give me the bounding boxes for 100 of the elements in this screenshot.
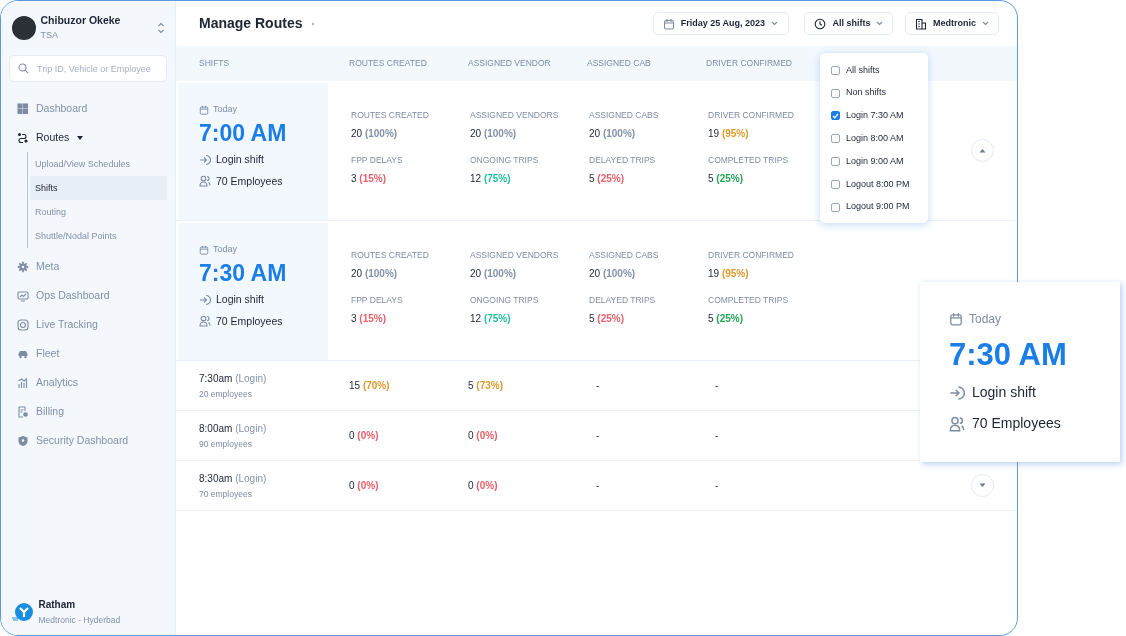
stat-percentage: (15%) <box>359 172 387 184</box>
stat-percentage: (95%) <box>721 267 749 279</box>
stat-percentage: (0%) <box>476 480 498 491</box>
people-icon <box>949 415 965 432</box>
stat-value: 5 <box>708 172 714 184</box>
stat-value: 3 <box>351 312 357 324</box>
stat-value: - <box>596 480 600 491</box>
stat-label: ASSIGNED VENDORS <box>470 249 560 262</box>
document-icon <box>17 405 29 418</box>
filter-dropdown[interactable]: All shifts <box>804 12 894 35</box>
login-icon <box>199 153 211 166</box>
caret-down-icon <box>76 134 85 141</box>
dropdown-option[interactable]: Non shifts <box>831 81 928 105</box>
stat-label: ASSIGNED CABS <box>589 109 660 122</box>
shift-type: Login shift <box>199 291 328 308</box>
checkbox[interactable] <box>831 111 840 121</box>
shift-day: Today <box>199 243 328 257</box>
stat-value: 19 <box>708 267 720 279</box>
caret-up-icon <box>979 148 986 153</box>
stat-value: 19 <box>708 127 720 139</box>
nav-item[interactable]: Routes <box>9 123 167 153</box>
shift-time: 7:30am (Login) <box>199 371 268 386</box>
nav-subitem[interactable]: Shifts <box>30 176 167 201</box>
grid-icon <box>17 102 29 115</box>
stat-label: FPP DELAYS <box>351 293 404 307</box>
calendar-icon <box>199 244 209 255</box>
checkbox[interactable] <box>831 88 840 98</box>
stat-percentage: (15%) <box>359 312 387 324</box>
stat-label: DRIVER CONFIRMED <box>708 249 795 262</box>
login-icon <box>199 293 211 306</box>
employee-count: 90 employees <box>199 437 253 451</box>
chevron-down-icon <box>770 21 778 26</box>
user-role: TSA <box>40 28 59 42</box>
stat-value: 20 <box>351 267 363 279</box>
user-name: Chibuzor Okeke <box>40 13 122 28</box>
calendar-icon <box>199 104 209 115</box>
shift-time: 8:30am (Login) <box>199 471 268 486</box>
dropdown-option[interactable]: Login 7:30 AM <box>831 104 928 128</box>
stat-percentage: (0%) <box>476 430 498 441</box>
shift-time: 7:30 AM <box>949 338 1068 373</box>
stat-label: FPP DELAYS <box>351 153 404 167</box>
employee-count: 70 Employees <box>949 413 1120 435</box>
collapse-button[interactable] <box>971 139 994 162</box>
stat-percentage: (0%) <box>357 480 379 491</box>
stat-label: DELAYED TRIPS <box>589 293 657 307</box>
stat-value: 0 <box>349 480 355 491</box>
checkbox[interactable] <box>831 65 840 75</box>
dropdown-option[interactable]: Logout 8:00 PM <box>831 173 928 196</box>
stat-value: 12 <box>470 172 482 184</box>
stat-value: 20 <box>589 267 601 279</box>
employee-count: 20 employees <box>199 387 253 401</box>
stat-value: - <box>715 430 719 441</box>
gear-icon <box>17 260 29 273</box>
expand-icon <box>156 21 165 34</box>
employee-count: 70 Employees <box>199 313 328 330</box>
login-icon <box>949 384 965 401</box>
checkbox[interactable] <box>831 179 840 189</box>
stat-label: ONGOING TRIPS <box>470 293 540 307</box>
stat-value: 20 <box>470 267 482 279</box>
stat-value: 20 <box>589 127 601 139</box>
stat-value: 0 <box>349 430 355 441</box>
search-field[interactable]: Trip ID, Vehicle or Employee <box>9 55 167 83</box>
dropdown-option[interactable]: All shifts <box>831 59 928 82</box>
shift-day: Today <box>199 103 328 117</box>
building-icon <box>915 17 927 30</box>
stat-label: ROUTES CREATED <box>351 249 430 262</box>
stat-label: ASSIGNED CABS <box>589 249 660 262</box>
chevron-down-icon <box>982 21 989 26</box>
dropdown-option[interactable]: Login 8:00 AM <box>831 127 928 151</box>
filter-dropdown[interactable]: Friday 25 Aug, 2023 <box>652 12 789 35</box>
stat-label: DRIVER CONFIRMED <box>708 109 795 122</box>
stat-percentage: (100%) <box>364 267 398 279</box>
checkbox[interactable] <box>831 134 840 144</box>
stat-percentage: (75%) <box>483 312 511 324</box>
stat-percentage: (25%) <box>716 312 744 324</box>
stat-value: 0 <box>468 430 474 441</box>
filter-dropdown[interactable]: Medtronic <box>905 12 999 35</box>
column-header: ROUTES CREATED <box>348 57 428 70</box>
people-icon <box>199 175 211 188</box>
dropdown-option[interactable]: Login 9:00 AM <box>831 150 928 173</box>
shift-day: Today <box>949 310 1120 328</box>
shift-time: 7:30 AM <box>199 260 288 286</box>
stat-percentage: (25%) <box>716 172 744 184</box>
calendar-icon <box>949 312 963 326</box>
stat-percentage: (100%) <box>602 127 636 139</box>
checkbox[interactable] <box>831 157 840 167</box>
stat-percentage: (100%) <box>364 127 398 139</box>
shield-icon <box>17 434 29 447</box>
employee-count: 70 Employees <box>199 173 328 190</box>
chevron-down-icon <box>876 21 884 26</box>
checkbox[interactable] <box>831 202 840 212</box>
stat-value: 5 <box>589 172 595 184</box>
shift-type: Login shift <box>199 151 328 168</box>
shift-type: Login shift <box>949 382 1120 404</box>
expand-button[interactable] <box>971 474 994 497</box>
page-title: Manage Routes <box>199 14 303 33</box>
stat-value: 0 <box>468 480 474 491</box>
stat-percentage: (95%) <box>721 127 749 139</box>
dropdown-option[interactable]: Logout 9:00 PM <box>831 195 928 219</box>
stat-percentage: (25%) <box>597 312 625 324</box>
